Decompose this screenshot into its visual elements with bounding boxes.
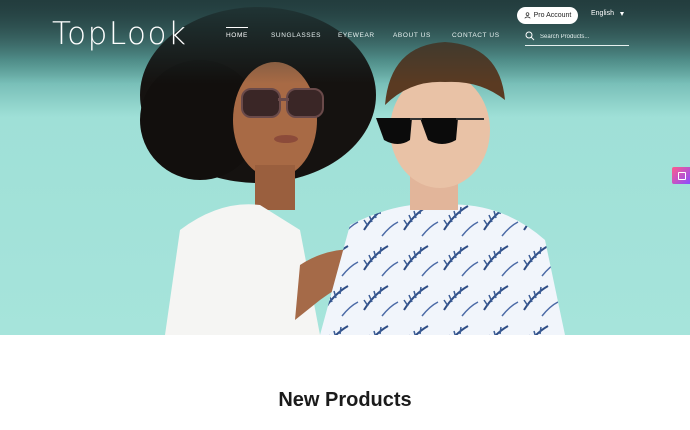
new-products-heading: New Products	[278, 388, 412, 411]
brand-logo[interactable]: TopLook	[52, 16, 187, 52]
language-label: English	[591, 10, 614, 17]
sticky-widget-icon[interactable]	[672, 167, 690, 184]
hero-banner: TopLook HOME SUNGLASSES EYEWEAR ABOUT US…	[0, 0, 690, 335]
nav-eyewear[interactable]: EYEWEAR	[338, 32, 375, 39]
search-input[interactable]	[540, 31, 626, 43]
language-selector[interactable]: English	[591, 10, 624, 17]
search-bar	[525, 31, 629, 46]
nav-contact-us[interactable]: CONTACT US	[452, 32, 500, 39]
nav-sunglasses[interactable]: SUNGLASSES	[271, 32, 321, 39]
pro-account-label: Pro Account	[533, 12, 572, 19]
nav-about-us[interactable]: ABOUT US	[393, 32, 431, 39]
pro-account-button[interactable]: Pro Account	[517, 7, 578, 24]
search-icon[interactable]	[525, 31, 535, 41]
nav-home[interactable]: HOME	[226, 27, 248, 39]
user-icon	[524, 12, 531, 19]
caret-down-icon	[619, 11, 624, 16]
